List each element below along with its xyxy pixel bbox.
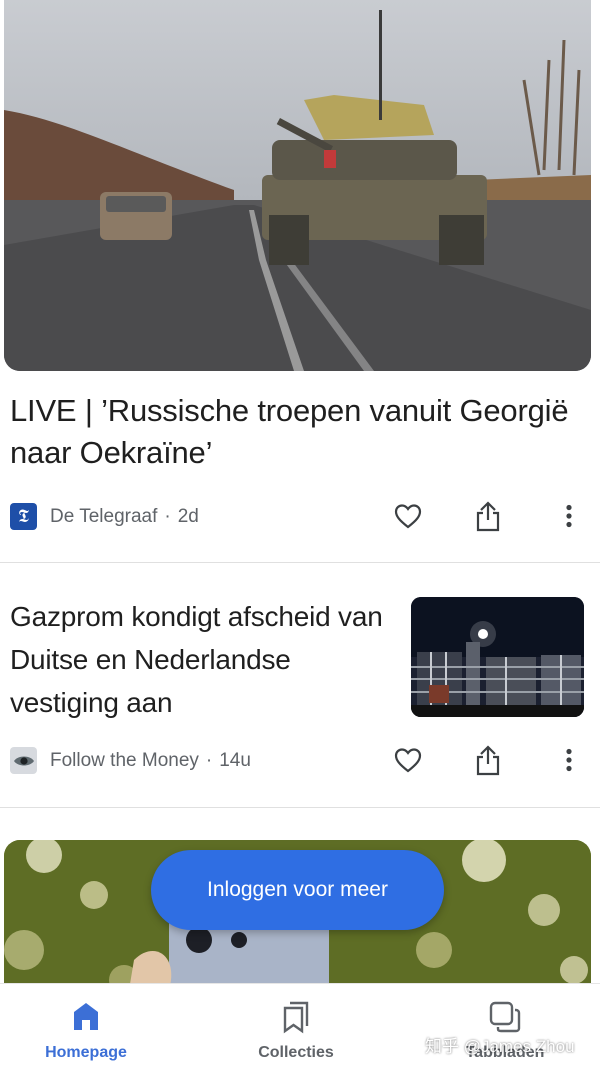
more-vert-icon: [566, 748, 572, 772]
article-1-image[interactable]: [4, 0, 591, 371]
article-1-meta: 𝕿 De Telegraaf · 2d: [10, 503, 199, 530]
watermark: 知乎 @James Zhou: [425, 1037, 575, 1056]
share-icon: [476, 501, 500, 532]
nav-collecties-label: Collecties: [258, 1044, 334, 1061]
home-icon: [74, 1003, 98, 1030]
meta-separator: ·: [164, 505, 171, 527]
more-options-button[interactable]: [551, 742, 587, 778]
login-button[interactable]: Inloggen voor meer: [151, 850, 444, 930]
nav-collecties[interactable]: Collecties: [196, 984, 396, 1068]
article-1-age: 2d: [177, 505, 199, 527]
heart-icon: [394, 748, 422, 773]
article-2-source: Follow the Money: [50, 749, 199, 771]
article-1-source: De Telegraaf: [50, 505, 158, 527]
share-button[interactable]: [470, 498, 506, 534]
article-2-age: 14u: [219, 749, 251, 771]
tank-on-road-photo: [4, 0, 591, 371]
nav-homepage-label: Homepage: [45, 1044, 127, 1061]
gas-plant-photo: [411, 597, 584, 717]
more-options-button[interactable]: [551, 498, 587, 534]
follow-the-money-logo: [10, 747, 37, 774]
de-telegraaf-logo: 𝕿: [10, 503, 37, 530]
article-1-headline[interactable]: LIVE | ’Russische troepen vanuit Georgië…: [10, 390, 570, 474]
share-icon: [476, 745, 500, 776]
tabs-icon: [489, 1001, 521, 1033]
bookmarks-icon: [283, 1001, 309, 1034]
article-2-headline[interactable]: Gazprom kondigt afscheid van Duitse en N…: [10, 595, 395, 724]
like-button[interactable]: [390, 498, 426, 534]
divider: [0, 807, 600, 808]
divider: [0, 562, 600, 563]
like-button[interactable]: [390, 742, 426, 778]
eye-logo-icon: [13, 756, 34, 765]
more-vert-icon: [566, 504, 572, 528]
meta-separator: ·: [205, 749, 213, 771]
heart-icon: [394, 504, 422, 529]
article-2-thumbnail[interactable]: [411, 597, 584, 717]
article-2-meta: Follow the Money · 14u: [10, 747, 251, 774]
share-button[interactable]: [470, 742, 506, 778]
nav-homepage[interactable]: Homepage: [0, 984, 186, 1068]
